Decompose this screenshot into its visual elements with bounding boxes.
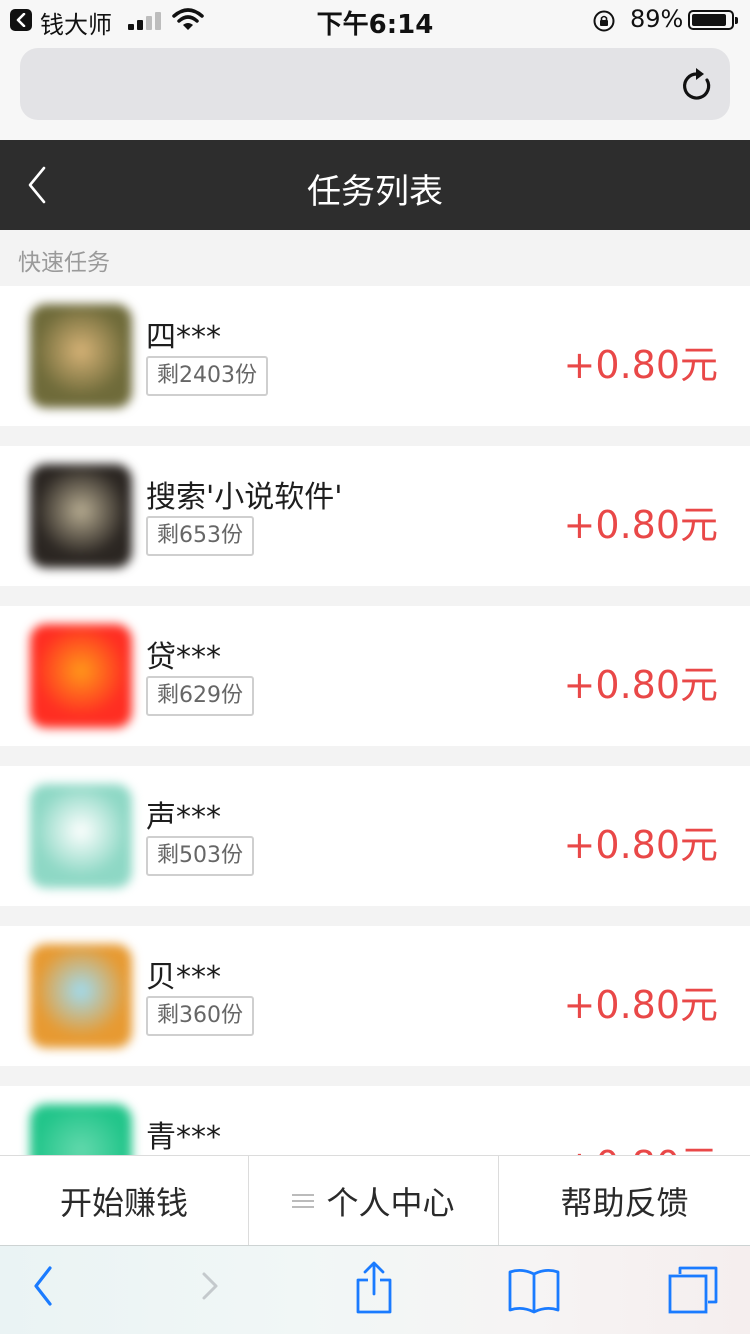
remaining-badge: 剩2403份	[146, 356, 268, 396]
bottom-tab-menu: 开始赚钱 个人中心 帮助反馈	[0, 1155, 750, 1246]
reward-amount: +0.80元	[563, 663, 718, 707]
browser-toolbar	[0, 1245, 750, 1334]
page-title: 任务列表	[307, 172, 443, 212]
browser-address-area	[0, 40, 750, 140]
remaining-badge: 剩503份	[146, 836, 254, 876]
app-icon	[30, 944, 132, 1048]
reward-amount: +0.80元	[563, 823, 718, 867]
task-name: 青***	[146, 1120, 221, 1155]
orientation-lock-icon	[593, 10, 615, 32]
book-icon[interactable]	[507, 1266, 561, 1316]
menu-icon	[292, 1190, 315, 1212]
app-icon	[30, 624, 132, 728]
task-list: 四*** 剩2403份 +0.80元 搜索'小说软件' 剩653份 +0.80元…	[0, 286, 750, 1155]
task-name: 声***	[146, 800, 221, 835]
battery-level	[692, 14, 726, 26]
tab-label: 帮助反馈	[560, 1184, 689, 1222]
chevron-right-icon[interactable]	[198, 1262, 224, 1310]
tab-start-earning[interactable]: 开始赚钱	[0, 1156, 249, 1246]
reward-amount: +0.80元	[563, 983, 718, 1027]
tab-label: 个人中心	[326, 1184, 455, 1222]
reload-icon[interactable]	[680, 66, 714, 104]
reward-amount: +0.80元	[563, 343, 718, 387]
share-icon[interactable]	[352, 1260, 396, 1316]
task-name: 贝***	[146, 960, 221, 995]
task-row[interactable]: 贷*** 剩629份 +0.80元	[0, 606, 750, 746]
task-row[interactable]: 贝*** 剩360份 +0.80元	[0, 926, 750, 1066]
reward-amount: +0.80元	[564, 1134, 718, 1155]
battery-icon	[688, 10, 738, 30]
battery-percent: 89%	[630, 5, 684, 33]
remaining-badge: 剩653份	[146, 516, 254, 556]
task-row[interactable]: 搜索'小说软件' 剩653份 +0.80元	[0, 446, 750, 586]
app-icon	[30, 784, 132, 888]
app-icon	[30, 304, 132, 408]
address-bar[interactable]	[20, 48, 730, 120]
tab-help-feedback[interactable]: 帮助反馈	[499, 1156, 750, 1246]
remaining-badge: 剩360份	[146, 996, 254, 1036]
app-icon	[30, 464, 132, 568]
tab-label: 开始赚钱	[59, 1184, 188, 1222]
task-row[interactable]: 四*** 剩2403份 +0.80元	[0, 286, 750, 426]
reward-amount: +0.80元	[563, 503, 718, 547]
task-name: 搜索'小说软件'	[146, 480, 343, 515]
tabs-icon[interactable]	[666, 1264, 720, 1316]
remaining-badge: 剩629份	[146, 676, 254, 716]
task-row[interactable]: 青*** +0.80元	[0, 1086, 750, 1155]
task-name: 四***	[146, 320, 221, 355]
chevron-left-icon[interactable]	[30, 1262, 56, 1310]
section-label: 快速任务	[18, 250, 110, 276]
app-icon	[30, 1104, 132, 1155]
tab-profile[interactable]: 个人中心	[249, 1156, 499, 1246]
task-name: 贷***	[146, 640, 221, 675]
page-header: 任务列表	[0, 140, 750, 230]
status-bar: 钱大师 下午6:14 89%	[0, 0, 750, 40]
task-row[interactable]: 声*** 剩503份 +0.80元	[0, 766, 750, 906]
